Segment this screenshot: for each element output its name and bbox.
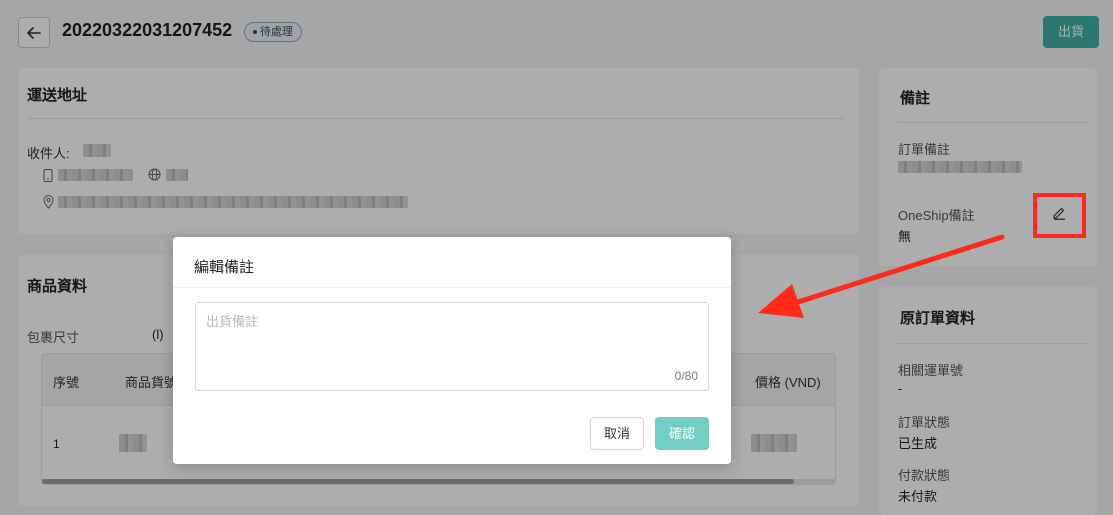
confirm-button[interactable]: 確認 [655,417,709,450]
edit-remark-modal: 編輯備註 0/80 取消 確認 [173,237,731,464]
annotation-highlight-box [1033,193,1086,238]
cancel-button[interactable]: 取消 [590,417,644,450]
shipping-remark-field: 0/80 [195,302,709,391]
modal-title: 編輯備註 [194,259,255,276]
character-counter: 0/80 [674,369,698,383]
shipping-remark-input[interactable] [196,303,708,390]
modal-divider [173,287,731,288]
